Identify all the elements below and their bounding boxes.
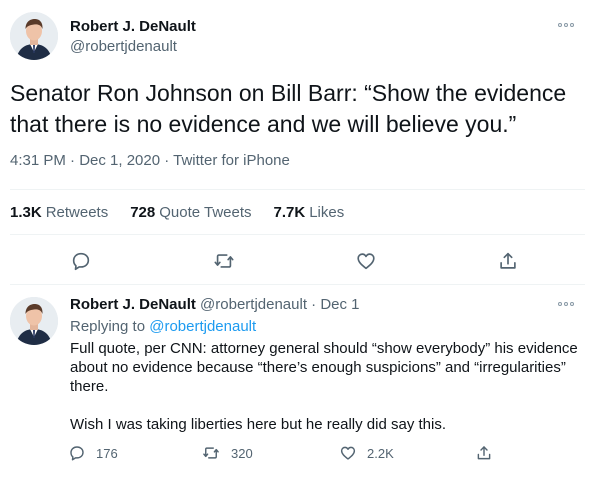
replying-to: Replying to @robertjdenault bbox=[70, 318, 257, 335]
more-options-icon[interactable] bbox=[556, 18, 576, 32]
reply-button[interactable]: 176 bbox=[68, 443, 118, 463]
quote-tweets-stat[interactable]: 728 Quote Tweets bbox=[130, 204, 251, 221]
reply-paragraph: Full quote, per CNN: attorney general sh… bbox=[70, 340, 578, 395]
retweet-count: 320 bbox=[231, 445, 253, 461]
reply-icon[interactable] bbox=[68, 248, 94, 274]
reply-count: 176 bbox=[96, 445, 118, 461]
share-icon bbox=[477, 446, 491, 460]
share-button[interactable] bbox=[475, 443, 493, 463]
reply-paragraph: Wish I was taking liberties here but he … bbox=[70, 416, 447, 433]
retweet-button[interactable]: 320 bbox=[201, 443, 253, 463]
like-icon bbox=[340, 446, 356, 460]
separator: · bbox=[311, 296, 317, 313]
reply-icon bbox=[70, 446, 84, 461]
avatar-photo bbox=[10, 297, 58, 345]
retweet-icon bbox=[203, 447, 219, 459]
tweet-stats: 1.3K Retweets 728 Quote Tweets 7.7K Likes bbox=[10, 204, 344, 221]
author-handle[interactable]: @robertjdenault bbox=[200, 296, 307, 313]
retweets-stat[interactable]: 1.3K Retweets bbox=[10, 204, 108, 221]
tweet-timestamp[interactable]: 4:31 PM · Dec 1, 2020 · Twitter for iPho… bbox=[10, 152, 290, 169]
tweet-date[interactable]: Dec 1 bbox=[320, 296, 359, 313]
tweet-text: Senator Ron Johnson on Bill Barr: “Show … bbox=[10, 80, 567, 137]
reply-text: Full quote, per CNN: attorney general sh… bbox=[70, 339, 580, 434]
reply-actions: 176 320 2.2K bbox=[0, 443, 595, 463]
share-icon[interactable] bbox=[495, 248, 521, 274]
like-count: 2.2K bbox=[367, 445, 394, 461]
retweet-icon[interactable] bbox=[211, 248, 237, 274]
author-name[interactable]: Robert J. DeNault bbox=[70, 296, 196, 313]
replying-to-link[interactable]: @robertjdenault bbox=[149, 318, 256, 335]
avatar[interactable] bbox=[10, 12, 58, 60]
tweet-actions bbox=[0, 248, 595, 274]
divider bbox=[10, 189, 585, 190]
author-handle[interactable]: @robertjdenault bbox=[70, 38, 177, 55]
like-button[interactable]: 2.2K bbox=[339, 443, 394, 463]
divider bbox=[10, 234, 585, 235]
more-options-icon[interactable] bbox=[556, 297, 576, 311]
like-icon[interactable] bbox=[353, 248, 379, 274]
reply-header: Robert J. DeNault @robertjdenault · Dec … bbox=[70, 296, 360, 313]
avatar[interactable] bbox=[10, 297, 58, 345]
author-name[interactable]: Robert J. DeNault bbox=[70, 18, 196, 35]
reply-tweet[interactable]: Robert J. DeNault @robertjdenault · Dec … bbox=[0, 285, 595, 479]
avatar-photo bbox=[10, 12, 58, 60]
likes-stat[interactable]: 7.7K Likes bbox=[274, 204, 345, 221]
